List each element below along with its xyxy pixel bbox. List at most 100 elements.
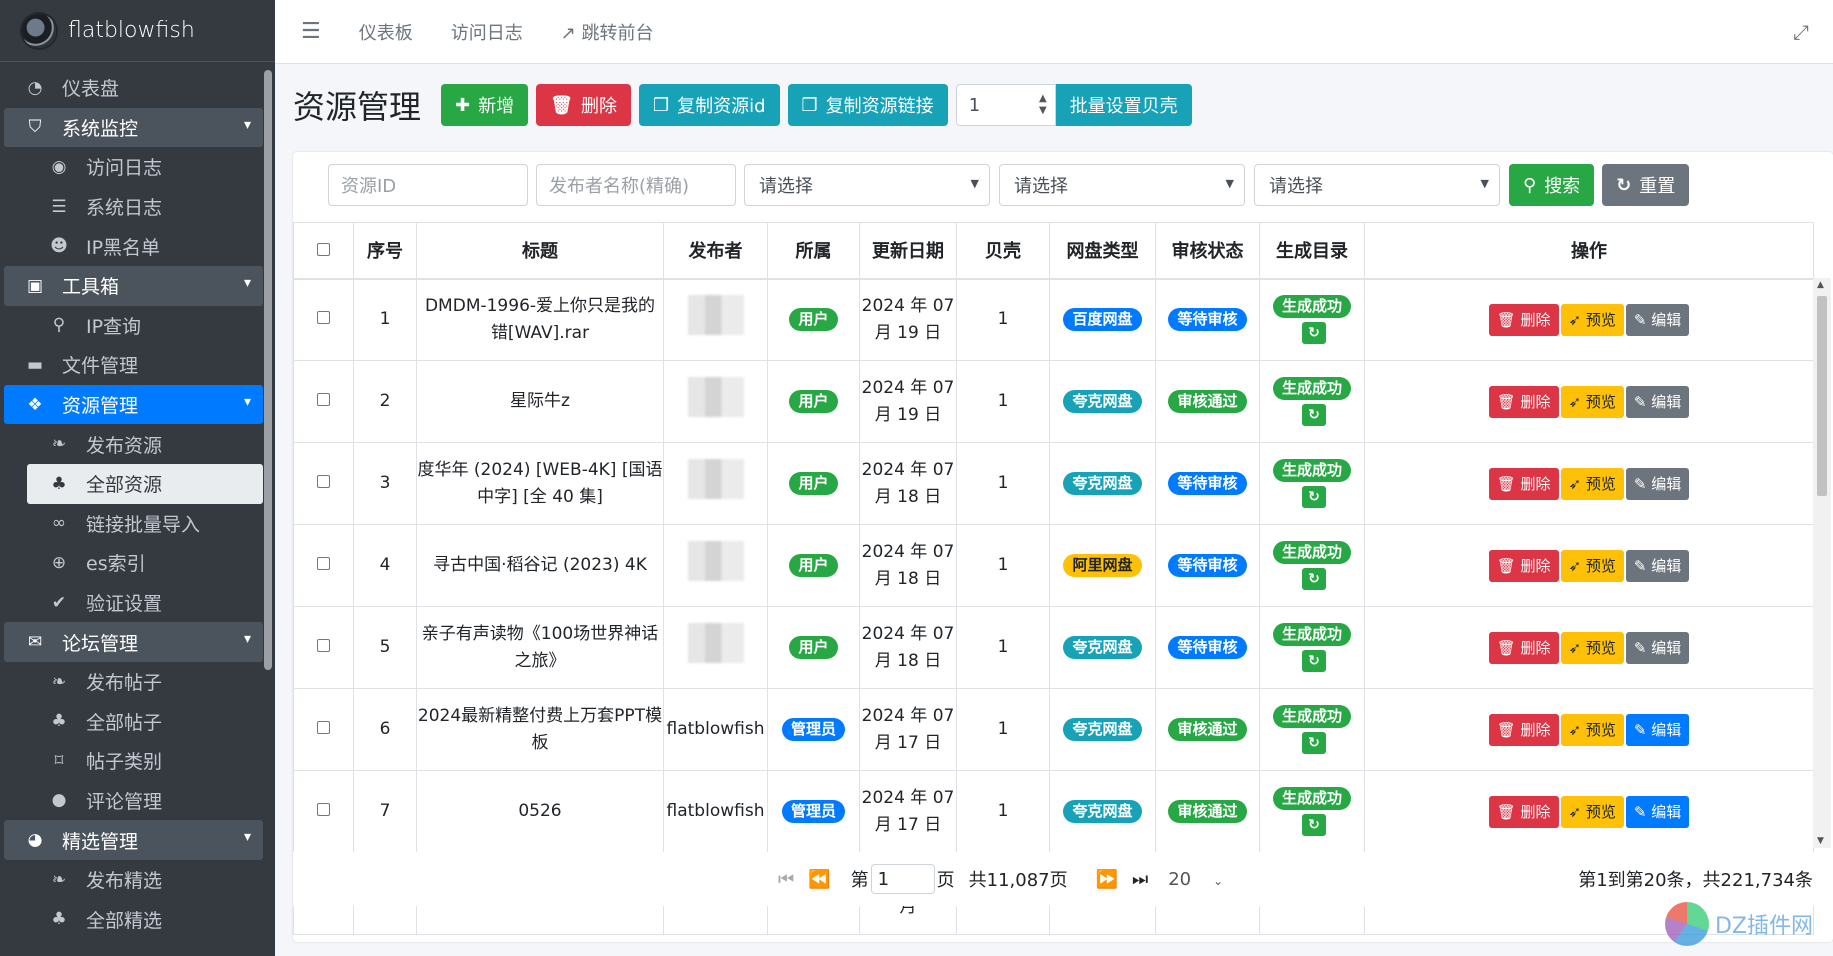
spinner-icon[interactable]: ▲ ▼	[1039, 93, 1047, 117]
table-row[interactable]: 4 寻古中国·稻谷记 (2023) 4K 用户 2024 年 07 月 18 日 1 阿里…	[293, 524, 1814, 607]
row-select-cell[interactable]	[293, 688, 354, 771]
col-header-title[interactable]: 标题	[416, 222, 664, 280]
row-select-cell[interactable]	[293, 770, 354, 853]
row-delete-button[interactable]: 🗑 删除	[1488, 467, 1559, 500]
row-preview-button[interactable]: ➶ 预览	[1560, 303, 1624, 336]
row-delete-button[interactable]: 🗑 删除	[1488, 303, 1559, 336]
regenerate-icon[interactable]: ↻	[1302, 731, 1326, 754]
col-header-no[interactable]: 序号	[353, 222, 417, 280]
row-preview-button[interactable]: ➶ 预览	[1560, 385, 1624, 418]
prev-page-icon[interactable]: ⏪	[808, 869, 830, 890]
page-number-input[interactable]: 1	[870, 864, 935, 894]
row-delete-button[interactable]: 🗑 删除	[1488, 549, 1559, 582]
table-scrollbar[interactable]: ▲ ▼	[1813, 278, 1831, 848]
regenerate-icon[interactable]: ↻	[1302, 813, 1326, 836]
fullscreen-icon[interactable]: ⤢	[1793, 20, 1809, 44]
row-checkbox[interactable]	[317, 311, 330, 325]
table-scroll-thumb[interactable]	[1817, 296, 1827, 496]
sidebar-item-all-resources[interactable]: ♣ 全部资源	[27, 463, 263, 504]
sidebar-item-forum-manager[interactable]: ✉ 论坛管理 ▾	[4, 622, 263, 662]
sidebar-item-publish-resource[interactable]: ❧ 发布资源	[4, 424, 263, 464]
row-delete-button[interactable]: 🗑 删除	[1488, 631, 1559, 664]
row-preview-button[interactable]: ➶ 预览	[1560, 795, 1624, 828]
select-all-checkbox[interactable]	[317, 242, 330, 256]
row-select-cell[interactable]	[293, 278, 354, 361]
sidebar-item-access-log[interactable]: ◉ 访问日志	[4, 147, 263, 187]
copy-link-button[interactable]: ❐ 复制资源链接	[787, 84, 948, 126]
reset-button[interactable]: ↻ 重置	[1602, 164, 1690, 206]
sidebar-item-link-import[interactable]: ∞ 链接批量导入	[4, 504, 263, 544]
sidebar-item-all-featured[interactable]: ♣ 全部精选	[4, 899, 263, 939]
col-header-review[interactable]: 审核状态	[1155, 222, 1260, 280]
sidebar-item-all-posts[interactable]: ♣ 全部帖子	[4, 702, 263, 742]
row-select-cell[interactable]	[293, 524, 354, 607]
nav-link-dashboard[interactable]: 仪表板	[359, 19, 413, 45]
nav-link-frontend[interactable]: ↗ 跳转前台	[561, 19, 654, 45]
next-page-icon[interactable]: ⏩	[1096, 869, 1118, 890]
page-size-select[interactable]: 20 ⌄	[1168, 869, 1223, 890]
col-header-owner[interactable]: 所属	[767, 222, 860, 280]
row-preview-button[interactable]: ➶ 预览	[1560, 467, 1624, 500]
sidebar-item-es-index[interactable]: ⊕ es索引	[4, 543, 263, 583]
row-checkbox[interactable]	[317, 803, 330, 816]
row-checkbox[interactable]	[317, 475, 330, 488]
row-preview-button[interactable]: ➶ 预览	[1560, 549, 1624, 582]
col-header-shell[interactable]: 贝壳	[956, 222, 1050, 280]
regenerate-icon[interactable]: ↻	[1302, 649, 1326, 672]
row-select-cell[interactable]	[293, 606, 354, 689]
filter-select-1[interactable]: 请选择 ▼	[744, 164, 990, 206]
row-edit-button[interactable]: ✎ 编辑	[1625, 385, 1690, 418]
sidebar-item-publish-featured[interactable]: ❧ 发布精选	[4, 860, 263, 900]
row-checkbox[interactable]	[317, 721, 330, 734]
row-checkbox[interactable]	[317, 557, 330, 570]
regenerate-icon[interactable]: ↻	[1302, 567, 1326, 590]
table-row[interactable]: 3 度华年 (2024) [WEB-4K] [国语中字] [全 40 集] 用户 20…	[293, 442, 1814, 525]
table-row[interactable]: 7 0526 flatblowfish 管理员 2024 年 07 月 17 日 1 夸克网…	[293, 770, 1814, 853]
row-preview-button[interactable]: ➶ 预览	[1560, 631, 1624, 664]
row-edit-button[interactable]: ✎ 编辑	[1625, 549, 1690, 582]
regenerate-icon[interactable]: ↻	[1302, 485, 1326, 508]
col-header-disk[interactable]: 网盘类型	[1049, 222, 1156, 280]
col-header-publisher[interactable]: 发布者	[663, 222, 768, 280]
regenerate-icon[interactable]: ↻	[1302, 321, 1326, 344]
search-button[interactable]: ⚲ 搜索	[1509, 164, 1595, 206]
sidebar-item-system-log[interactable]: ☰ 系统日志	[4, 187, 263, 227]
first-page-icon[interactable]: ⏮	[778, 869, 794, 890]
row-delete-button[interactable]: 🗑 删除	[1488, 713, 1559, 746]
delete-button[interactable]: 🗑 删除	[536, 84, 631, 126]
col-header-date[interactable]: 更新日期	[859, 222, 957, 280]
filter-select-3[interactable]: 请选择 ▼	[1254, 164, 1500, 206]
row-edit-button[interactable]: ✎ 编辑	[1625, 713, 1690, 746]
row-edit-button[interactable]: ✎ 编辑	[1625, 795, 1690, 828]
table-row[interactable]: 1 DMDM-1996-爱上你只是我的错[WAV].rar 用户 2024 年 07 …	[293, 278, 1814, 361]
sidebar-item-dashboard[interactable]: ◔ 仪表盘	[4, 68, 263, 108]
row-delete-button[interactable]: 🗑 删除	[1488, 385, 1559, 418]
row-edit-button[interactable]: ✎ 编辑	[1625, 631, 1690, 664]
sidebar-item-ip-blacklist[interactable]: ☻ IP黑名单	[4, 226, 263, 266]
row-select-cell[interactable]	[293, 360, 354, 443]
sidebar-item-publish-post[interactable]: ❧ 发布帖子	[4, 662, 263, 702]
brand[interactable]: flatblowfish	[0, 0, 275, 62]
row-select-cell[interactable]	[293, 442, 354, 525]
scroll-up-icon[interactable]: ▲	[1817, 280, 1824, 290]
add-button[interactable]: ✚ 新增	[441, 84, 529, 126]
sidebar-item-resource-manager[interactable]: ❖ 资源管理 ▾	[4, 384, 263, 425]
table-row[interactable]: 6 2024最新精整付费上万套PPT模板 flatblowfish 管理员 2024 年…	[293, 688, 1814, 771]
sidebar-item-file-manager[interactable]: ▬ 文件管理	[4, 345, 263, 385]
sidebar-item-featured-manager[interactable]: ◕ 精选管理 ▾	[4, 820, 263, 860]
batch-shell-button[interactable]: 批量设置贝壳	[1055, 84, 1192, 126]
sidebar-item-system-monitor[interactable]: ⛉ 系统监控 ▾	[4, 107, 263, 148]
copy-id-button[interactable]: ❐ 复制资源id	[638, 84, 780, 126]
row-edit-button[interactable]: ✎ 编辑	[1625, 467, 1690, 500]
sidebar-item-toolbox[interactable]: ▣ 工具箱 ▾	[4, 265, 263, 306]
row-edit-button[interactable]: ✎ 编辑	[1625, 303, 1690, 336]
menu-toggle-icon[interactable]: ☰	[301, 19, 321, 44]
sidebar-item-verify-settings[interactable]: ✔ 验证设置	[4, 583, 263, 623]
sidebar-item-post-categories[interactable]: ⌑ 帖子类别	[4, 741, 263, 781]
regenerate-icon[interactable]: ↻	[1302, 403, 1326, 426]
table-row[interactable]: 2 星际牛z 用户 2024 年 07 月 19 日 1 夸克网盘 审核通过 生成成功 ↻ 🗑 删…	[293, 360, 1814, 443]
col-header-catalog[interactable]: 生成目录	[1259, 222, 1365, 280]
last-page-icon[interactable]: ⏭	[1132, 869, 1148, 890]
sidebar-item-comment-manager[interactable]: ● 评论管理	[4, 781, 263, 821]
row-preview-button[interactable]: ➶ 预览	[1560, 713, 1624, 746]
